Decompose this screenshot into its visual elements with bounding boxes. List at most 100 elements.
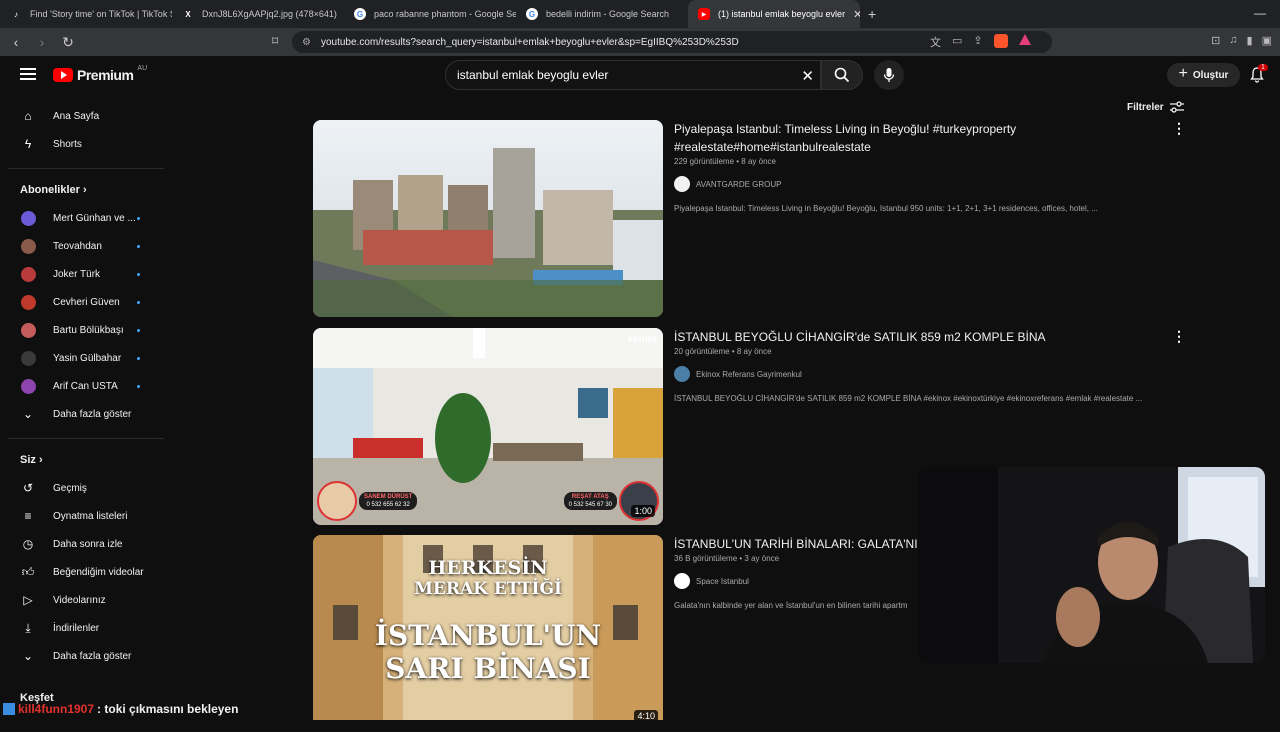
brave-shield-icon[interactable] (993, 34, 1008, 48)
menu-icon[interactable] (20, 68, 36, 83)
stream-chat-message: kill4funn1907 : toki çıkmasını bekleyen (0, 700, 238, 718)
sidebar: ⌂ Ana Sayfa ϟ Shorts Abonelikler › Mert … (0, 96, 164, 720)
new-tab-button[interactable]: + (868, 6, 876, 22)
subscription-item[interactable]: Joker Türk (0, 260, 164, 288)
subscription-item[interactable]: Mert Günhan ve ... (0, 204, 164, 232)
chat-username: kill4funn1907 (18, 702, 95, 716)
home-icon: ⌂ (24, 109, 32, 123)
youtube-logo[interactable]: Premium AU (53, 65, 147, 83)
screenshot-icon[interactable]: ⊡ (1211, 34, 1220, 47)
minimize-icon[interactable]: — (1254, 6, 1266, 20)
avatar (21, 379, 36, 394)
search-button[interactable] (821, 60, 863, 90)
sidebar-item-liked[interactable]: 👍︎ Beğendiğim videolar (0, 558, 164, 586)
sidebar-item-label: Videolarınız (53, 594, 106, 606)
channel-name: Ekinox Referans Gayrimenkul (696, 369, 802, 379)
subscription-label: Mert Günhan ve ... (53, 212, 136, 224)
video-title[interactable]: İSTANBUL BEYOĞLU CİHANGİR'de SATILIK 859… (674, 328, 1174, 346)
new-content-dot (137, 272, 140, 276)
browser-tab-tiktok[interactable]: ♪ Find 'Story time' on TikTok | TikTok S (0, 0, 172, 28)
sidebar-item-shorts[interactable]: ϟ Shorts (0, 130, 164, 158)
sidebar-toggle-icon[interactable]: ▮ (1247, 34, 1253, 47)
channel-link[interactable]: Ekinox Referans Gayrimenkul (674, 366, 1174, 382)
new-content-dot (137, 356, 140, 360)
sidebar-item-label: Oynatma listeleri (53, 510, 128, 522)
browser-tab-google-2[interactable]: G bedelli indirim - Google Search (516, 0, 688, 28)
chat-message: : toki çıkmasını bekleyen (97, 702, 239, 716)
search-query: istanbul emlak beyoglu evler (457, 68, 609, 82)
browser-toolbar-right: ⊡ ♫ ▮ ▣ (1211, 34, 1272, 47)
video-thumbnail[interactable]: ekinot SANEM DÜRÜST 0 532 655 62 32 REŞA… (313, 328, 663, 525)
show-more-subscriptions[interactable]: ⌄ Daha fazla göster (0, 400, 164, 428)
address-actions: 文 ▭ ⇪ (930, 34, 1031, 50)
sidebar-item-watch-later[interactable]: ◷ Daha sonra izle (0, 530, 164, 558)
video-description: Galata'nın kalbinde yer alan ve İstanbul… (674, 601, 908, 610)
video-title[interactable]: Piyalepaşa Istanbul: Timeless Living in … (674, 120, 1174, 156)
video-thumbnail[interactable] (313, 120, 663, 317)
browser-tab-x[interactable]: X DxnJ8L6XgAAPjq2.jpg (478×641) (172, 0, 344, 28)
filters-button[interactable]: Filtreler (1127, 101, 1184, 113)
subscription-item[interactable]: Arif Can USTA (0, 372, 164, 400)
subscription-item[interactable]: Cevheri Güven (0, 288, 164, 316)
share-icon[interactable]: ⇪ (973, 34, 982, 50)
more-options-icon[interactable]: ⋮ (1172, 120, 1186, 137)
video-thumbnail[interactable]: HERKESİN MERAK ETTİĞİ İSTANBUL'UN SARI B… (313, 535, 663, 720)
sidebar-item-history[interactable]: ↺ Geçmiş (0, 474, 164, 502)
tab-label: paco rabanne phantom - Google Sea (374, 9, 516, 19)
subscriptions-heading[interactable]: Abonelikler › (20, 184, 87, 196)
more-options-icon[interactable]: ⋮ (1172, 328, 1186, 345)
new-content-dot (137, 300, 140, 304)
reload-icon[interactable]: ↻ (58, 34, 78, 51)
search-input[interactable]: istanbul emlak beyoglu evler ✕ (445, 60, 821, 90)
subscription-item[interactable]: Bartu Bölükbaşı (0, 316, 164, 344)
plus-icon: + (1178, 65, 1188, 82)
site-settings-icon[interactable]: ⚙ (302, 37, 311, 48)
chevron-down-icon: ⌄ (22, 407, 34, 421)
url-text: youtube.com/results?search_query=istanbu… (320, 36, 739, 48)
browser-tab-youtube[interactable]: ▶ (1) istanbul emlak beyoglu evler ✕ (688, 0, 860, 28)
wallet-icon[interactable]: ▣ (1262, 34, 1272, 47)
close-tab-icon[interactable]: ✕ (853, 8, 860, 21)
create-button[interactable]: + Oluştur (1167, 63, 1240, 87)
subscription-label: Yasin Gülbahar (53, 352, 122, 364)
notifications-button[interactable]: 1 (1250, 64, 1268, 88)
thumb-line: SARI BİNASI (385, 652, 591, 685)
sidebar-item-label: Ana Sayfa (53, 110, 100, 122)
google-icon: G (526, 8, 538, 20)
avatar (21, 351, 36, 366)
brave-rewards-icon[interactable] (1018, 34, 1031, 45)
tab-label: (1) istanbul emlak beyoglu evler (718, 9, 846, 19)
video-result[interactable]: Piyalepaşa Istanbul: Timeless Living in … (313, 120, 1186, 317)
forward-icon[interactable]: › (32, 34, 52, 50)
back-icon[interactable]: ‹ (6, 34, 26, 50)
agent-name: REŞAT ATAŞ (571, 494, 609, 500)
channel-link[interactable]: AVANTGARDE GROUP (674, 176, 1174, 192)
sidebar-item-downloads[interactable]: ⤓ İndirilenler (0, 614, 164, 642)
thumbnail-image (313, 120, 663, 317)
bookmark-icon[interactable]: ⌑ (272, 34, 278, 48)
browser-tab-google-1[interactable]: G paco rabanne phantom - Google Sea (344, 0, 516, 28)
subscription-item[interactable]: Yasin Gülbahar (0, 344, 164, 372)
tab-label: Find 'Story time' on TikTok | TikTok S (30, 9, 172, 19)
sidebar-item-your-videos[interactable]: ▷ Videolarınız (0, 586, 164, 614)
thumb-line: MERAK ETTİĞİ (414, 579, 562, 599)
sidebar-item-home[interactable]: ⌂ Ana Sayfa (0, 102, 164, 130)
translate-icon[interactable]: 文 (930, 34, 941, 50)
you-heading[interactable]: Siz › (20, 454, 43, 466)
subscription-label: Cevheri Güven (53, 296, 120, 308)
avatar (21, 211, 36, 226)
cast-icon[interactable]: ▭ (952, 34, 962, 50)
show-more-label: Daha fazla göster (53, 650, 132, 662)
voice-search-button[interactable] (874, 60, 904, 90)
clear-search-icon[interactable]: ✕ (801, 67, 814, 85)
subscription-item[interactable]: Teovahdan (0, 232, 164, 260)
video-meta: 20 görüntüleme • 8 ay önce (674, 347, 772, 356)
avatar (21, 267, 36, 282)
agent-phone: 0 532 655 62 32 (366, 502, 410, 508)
new-content-dot (137, 384, 140, 388)
media-icon[interactable]: ♫ (1229, 34, 1237, 47)
youtube-header: Premium AU istanbul emlak beyoglu evler … (0, 56, 1280, 96)
show-more-you[interactable]: ⌄ Daha fazla göster (0, 642, 164, 670)
logo-text: Premium (77, 67, 134, 83)
sidebar-item-playlists[interactable]: ≡ Oynatma listeleri (0, 502, 164, 530)
